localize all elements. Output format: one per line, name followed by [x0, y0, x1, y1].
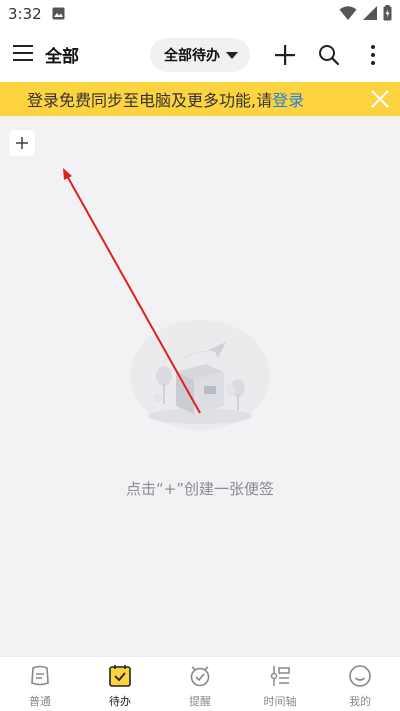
nav-label: 提醒: [189, 695, 211, 708]
banner-text: 登录免费同步至电脑及更多功能,请: [27, 91, 273, 110]
signal-icon: [363, 5, 377, 25]
status-bar: 3:32: [0, 0, 400, 28]
status-time: 3:32: [8, 5, 42, 23]
nav-item-timeline[interactable]: 时间轴: [240, 657, 320, 711]
wifi-icon: [339, 5, 357, 25]
banner-login-link[interactable]: 登录: [272, 87, 304, 111]
todo-icon: [109, 665, 131, 687]
filter-label: 全部待办: [164, 48, 220, 64]
smile-icon: [349, 665, 371, 687]
nav-label: 时间轴: [263, 695, 297, 708]
image-icon: [52, 5, 65, 24]
alarm-icon: [190, 666, 210, 687]
add-note-button[interactable]: [9, 130, 35, 156]
filter-dropdown[interactable]: 全部待办: [150, 38, 250, 72]
nav-item-normal[interactable]: 普通: [0, 657, 80, 711]
caret-down-icon: [226, 51, 238, 59]
battery-icon: [383, 5, 392, 25]
app-bar: 全部 全部待办: [0, 28, 400, 82]
note-icon: [31, 665, 49, 686]
more-icon[interactable]: [360, 42, 386, 68]
search-icon[interactable]: [316, 42, 342, 68]
empty-box-illustration: [120, 320, 280, 430]
timeline-icon: [270, 666, 290, 686]
close-icon[interactable]: [370, 89, 390, 109]
empty-hint: 点击“+”创建一张便签: [125, 480, 275, 498]
app-screen: 3:32 全部 全部待办 登录免费同步至电脑及更多功能,请 登录 点击“+”创建…: [0, 0, 400, 711]
login-banner: 登录免费同步至电脑及更多功能,请 登录: [0, 82, 400, 116]
nav-item-todo[interactable]: 待办: [80, 657, 160, 711]
page-title: 全部: [45, 47, 79, 67]
plus-icon: [16, 137, 28, 149]
add-icon[interactable]: [272, 42, 298, 68]
status-icons: [339, 5, 392, 25]
nav-label: 待办: [109, 695, 131, 708]
nav-label: 普通: [29, 695, 51, 708]
menu-icon[interactable]: [13, 44, 35, 62]
bottom-nav: 普通 待办 提醒 时间轴 我的: [0, 656, 400, 711]
nav-item-mine[interactable]: 我的: [320, 657, 400, 711]
nav-label: 我的: [349, 695, 371, 708]
nav-item-reminder[interactable]: 提醒: [160, 657, 240, 711]
